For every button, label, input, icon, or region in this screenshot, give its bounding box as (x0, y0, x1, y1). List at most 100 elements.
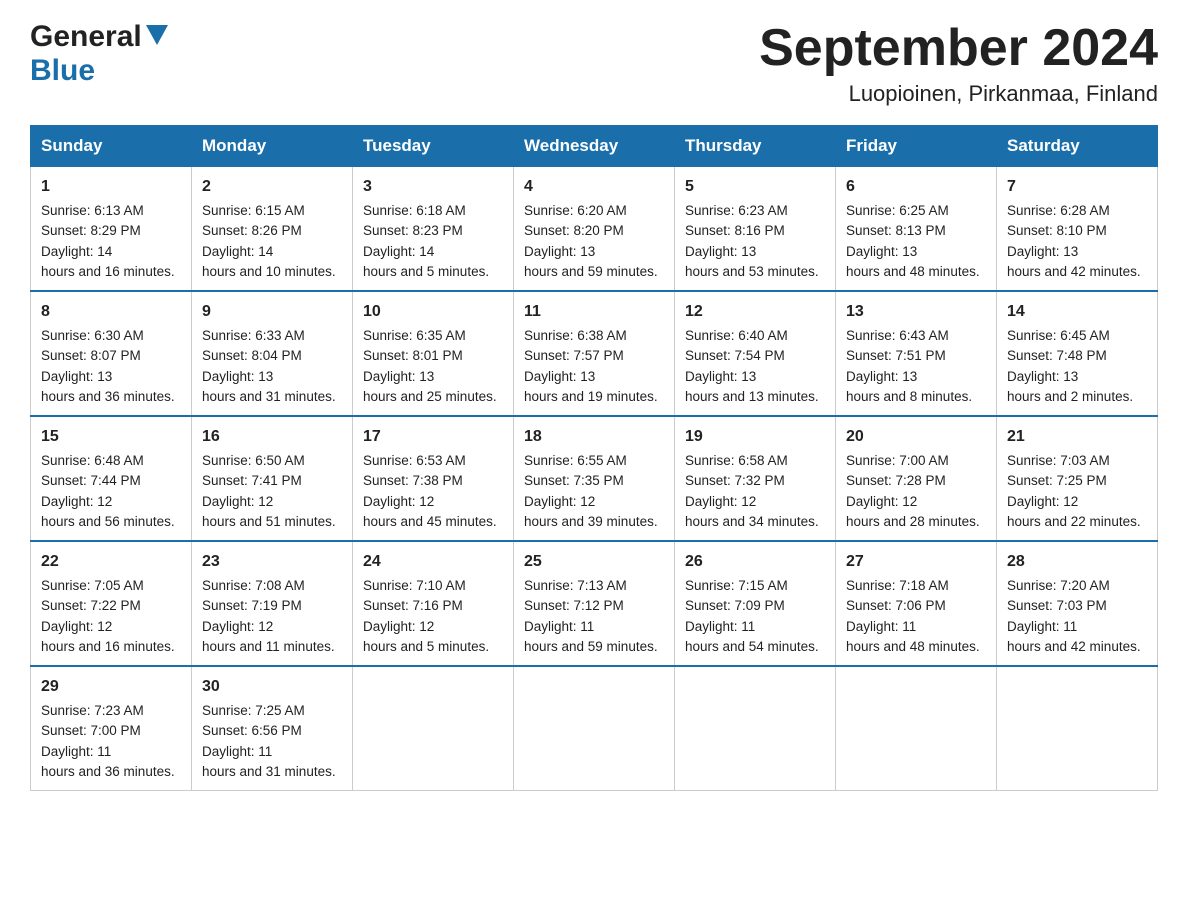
calendar-day-cell: 27Sunrise: 7:18 AMSunset: 7:06 PMDayligh… (836, 541, 997, 666)
calendar-day-cell: 14Sunrise: 6:45 AMSunset: 7:48 PMDayligh… (997, 291, 1158, 416)
day-info: Sunrise: 6:13 AMSunset: 8:29 PMDaylight:… (41, 201, 181, 282)
calendar-day-cell: 24Sunrise: 7:10 AMSunset: 7:16 PMDayligh… (353, 541, 514, 666)
calendar-day-cell: 8Sunrise: 6:30 AMSunset: 8:07 PMDaylight… (31, 291, 192, 416)
calendar-day-cell: 11Sunrise: 6:38 AMSunset: 7:57 PMDayligh… (514, 291, 675, 416)
day-number: 3 (363, 175, 503, 199)
day-number: 29 (41, 675, 181, 699)
calendar-day-cell (675, 666, 836, 791)
calendar-day-cell: 26Sunrise: 7:15 AMSunset: 7:09 PMDayligh… (675, 541, 836, 666)
calendar-week-row: 15Sunrise: 6:48 AMSunset: 7:44 PMDayligh… (31, 416, 1158, 541)
day-info: Sunrise: 6:35 AMSunset: 8:01 PMDaylight:… (363, 326, 503, 407)
day-number: 21 (1007, 425, 1147, 449)
calendar-day-cell: 12Sunrise: 6:40 AMSunset: 7:54 PMDayligh… (675, 291, 836, 416)
day-info: Sunrise: 6:15 AMSunset: 8:26 PMDaylight:… (202, 201, 342, 282)
calendar-day-cell: 17Sunrise: 6:53 AMSunset: 7:38 PMDayligh… (353, 416, 514, 541)
day-number: 9 (202, 300, 342, 324)
day-number: 6 (846, 175, 986, 199)
calendar-day-cell: 6Sunrise: 6:25 AMSunset: 8:13 PMDaylight… (836, 167, 997, 292)
calendar-day-cell: 3Sunrise: 6:18 AMSunset: 8:23 PMDaylight… (353, 167, 514, 292)
calendar-day-cell: 13Sunrise: 6:43 AMSunset: 7:51 PMDayligh… (836, 291, 997, 416)
day-number: 26 (685, 550, 825, 574)
day-number: 22 (41, 550, 181, 574)
calendar-day-cell: 29Sunrise: 7:23 AMSunset: 7:00 PMDayligh… (31, 666, 192, 791)
day-info: Sunrise: 6:38 AMSunset: 7:57 PMDaylight:… (524, 326, 664, 407)
calendar-day-cell: 21Sunrise: 7:03 AMSunset: 7:25 PMDayligh… (997, 416, 1158, 541)
day-info: Sunrise: 6:43 AMSunset: 7:51 PMDaylight:… (846, 326, 986, 407)
calendar-day-cell: 7Sunrise: 6:28 AMSunset: 8:10 PMDaylight… (997, 167, 1158, 292)
day-number: 16 (202, 425, 342, 449)
day-info: Sunrise: 7:03 AMSunset: 7:25 PMDaylight:… (1007, 451, 1147, 532)
weekday-header-sunday: Sunday (31, 126, 192, 167)
calendar-day-cell: 22Sunrise: 7:05 AMSunset: 7:22 PMDayligh… (31, 541, 192, 666)
day-info: Sunrise: 7:08 AMSunset: 7:19 PMDaylight:… (202, 576, 342, 657)
weekday-header-tuesday: Tuesday (353, 126, 514, 167)
weekday-header-wednesday: Wednesday (514, 126, 675, 167)
day-info: Sunrise: 6:20 AMSunset: 8:20 PMDaylight:… (524, 201, 664, 282)
calendar-day-cell: 5Sunrise: 6:23 AMSunset: 8:16 PMDaylight… (675, 167, 836, 292)
day-info: Sunrise: 7:13 AMSunset: 7:12 PMDaylight:… (524, 576, 664, 657)
calendar-day-cell: 10Sunrise: 6:35 AMSunset: 8:01 PMDayligh… (353, 291, 514, 416)
day-number: 23 (202, 550, 342, 574)
day-info: Sunrise: 6:18 AMSunset: 8:23 PMDaylight:… (363, 201, 503, 282)
day-number: 25 (524, 550, 664, 574)
day-info: Sunrise: 6:33 AMSunset: 8:04 PMDaylight:… (202, 326, 342, 407)
day-number: 4 (524, 175, 664, 199)
title-block: September 2024 Luopioinen, Pirkanmaa, Fi… (759, 20, 1158, 107)
calendar-table: SundayMondayTuesdayWednesdayThursdayFrid… (30, 125, 1158, 791)
calendar-day-cell: 18Sunrise: 6:55 AMSunset: 7:35 PMDayligh… (514, 416, 675, 541)
day-info: Sunrise: 7:18 AMSunset: 7:06 PMDaylight:… (846, 576, 986, 657)
day-info: Sunrise: 6:28 AMSunset: 8:10 PMDaylight:… (1007, 201, 1147, 282)
calendar-day-cell: 16Sunrise: 6:50 AMSunset: 7:41 PMDayligh… (192, 416, 353, 541)
day-number: 14 (1007, 300, 1147, 324)
day-info: Sunrise: 6:48 AMSunset: 7:44 PMDaylight:… (41, 451, 181, 532)
day-info: Sunrise: 7:05 AMSunset: 7:22 PMDaylight:… (41, 576, 181, 657)
day-info: Sunrise: 6:58 AMSunset: 7:32 PMDaylight:… (685, 451, 825, 532)
calendar-day-cell: 23Sunrise: 7:08 AMSunset: 7:19 PMDayligh… (192, 541, 353, 666)
day-number: 1 (41, 175, 181, 199)
day-number: 8 (41, 300, 181, 324)
calendar-day-cell: 20Sunrise: 7:00 AMSunset: 7:28 PMDayligh… (836, 416, 997, 541)
day-info: Sunrise: 6:55 AMSunset: 7:35 PMDaylight:… (524, 451, 664, 532)
calendar-day-cell: 25Sunrise: 7:13 AMSunset: 7:12 PMDayligh… (514, 541, 675, 666)
day-number: 27 (846, 550, 986, 574)
day-number: 12 (685, 300, 825, 324)
day-number: 7 (1007, 175, 1147, 199)
logo: General Blue (30, 20, 168, 88)
day-info: Sunrise: 6:23 AMSunset: 8:16 PMDaylight:… (685, 201, 825, 282)
calendar-week-row: 8Sunrise: 6:30 AMSunset: 8:07 PMDaylight… (31, 291, 1158, 416)
day-number: 28 (1007, 550, 1147, 574)
day-number: 15 (41, 425, 181, 449)
weekday-header-thursday: Thursday (675, 126, 836, 167)
day-number: 17 (363, 425, 503, 449)
day-info: Sunrise: 6:30 AMSunset: 8:07 PMDaylight:… (41, 326, 181, 407)
location-subtitle: Luopioinen, Pirkanmaa, Finland (759, 81, 1158, 107)
day-info: Sunrise: 6:45 AMSunset: 7:48 PMDaylight:… (1007, 326, 1147, 407)
calendar-day-cell: 2Sunrise: 6:15 AMSunset: 8:26 PMDaylight… (192, 167, 353, 292)
calendar-week-row: 22Sunrise: 7:05 AMSunset: 7:22 PMDayligh… (31, 541, 1158, 666)
weekday-header-monday: Monday (192, 126, 353, 167)
day-number: 30 (202, 675, 342, 699)
weekday-header-row: SundayMondayTuesdayWednesdayThursdayFrid… (31, 126, 1158, 167)
calendar-day-cell: 30Sunrise: 7:25 AMSunset: 6:56 PMDayligh… (192, 666, 353, 791)
calendar-day-cell (353, 666, 514, 791)
day-number: 11 (524, 300, 664, 324)
weekday-header-friday: Friday (836, 126, 997, 167)
day-info: Sunrise: 6:40 AMSunset: 7:54 PMDaylight:… (685, 326, 825, 407)
logo-general-text: General (30, 20, 142, 54)
weekday-header-saturday: Saturday (997, 126, 1158, 167)
day-number: 2 (202, 175, 342, 199)
day-number: 13 (846, 300, 986, 324)
calendar-day-cell: 4Sunrise: 6:20 AMSunset: 8:20 PMDaylight… (514, 167, 675, 292)
calendar-day-cell: 15Sunrise: 6:48 AMSunset: 7:44 PMDayligh… (31, 416, 192, 541)
calendar-day-cell (997, 666, 1158, 791)
calendar-week-row: 29Sunrise: 7:23 AMSunset: 7:00 PMDayligh… (31, 666, 1158, 791)
calendar-day-cell (836, 666, 997, 791)
day-info: Sunrise: 7:20 AMSunset: 7:03 PMDaylight:… (1007, 576, 1147, 657)
logo-triangle-icon (146, 25, 168, 50)
day-info: Sunrise: 6:25 AMSunset: 8:13 PMDaylight:… (846, 201, 986, 282)
logo-blue-text: Blue (30, 54, 95, 87)
day-number: 20 (846, 425, 986, 449)
calendar-day-cell: 28Sunrise: 7:20 AMSunset: 7:03 PMDayligh… (997, 541, 1158, 666)
month-year-title: September 2024 (759, 20, 1158, 77)
day-number: 10 (363, 300, 503, 324)
